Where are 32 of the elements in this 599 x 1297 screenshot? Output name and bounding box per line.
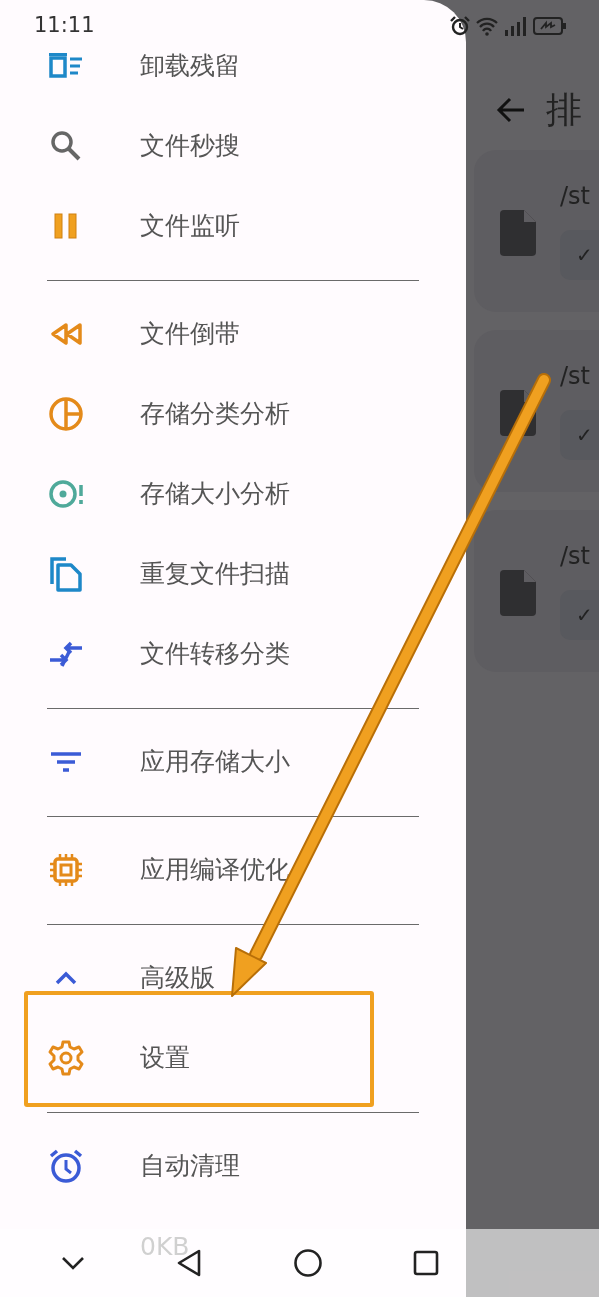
gear-icon bbox=[48, 1040, 84, 1076]
page-title: 排 bbox=[546, 88, 582, 132]
drawer-item[interactable]: 文件秒搜 bbox=[140, 127, 240, 165]
back-arrow-icon[interactable] bbox=[496, 97, 526, 123]
pie-chart-icon bbox=[48, 396, 84, 432]
alarm-icon bbox=[449, 15, 471, 37]
drawer-item[interactable]: 存储分类分析 bbox=[140, 395, 290, 433]
section-toggle[interactable]: 高级版 bbox=[140, 959, 215, 997]
drawer-item[interactable]: 重复文件扫描 bbox=[140, 555, 290, 593]
drawer-item[interactable]: 文件转移分类 bbox=[140, 635, 290, 673]
file-icon bbox=[500, 210, 536, 256]
drawer-item[interactable]: 存储大小分析 bbox=[140, 475, 290, 513]
copy-icon bbox=[48, 556, 84, 592]
home-icon[interactable] bbox=[292, 1248, 323, 1278]
cellular-signal-icon bbox=[503, 16, 529, 36]
file-path: /st bbox=[560, 361, 590, 392]
drawer-item[interactable]: 自动清理 bbox=[140, 1147, 240, 1185]
battery-icon bbox=[533, 17, 567, 35]
drawer-item[interactable]: 文件倒带 bbox=[140, 315, 240, 353]
wifi-icon bbox=[475, 16, 499, 36]
chip-icon bbox=[48, 852, 84, 888]
chevron-down-icon[interactable] bbox=[60, 1255, 86, 1271]
drawer-item[interactable]: 文件监听 bbox=[140, 207, 240, 245]
file-path: /st bbox=[560, 541, 590, 572]
status-time: 11:11 bbox=[34, 12, 95, 40]
recents-icon[interactable] bbox=[413, 1250, 439, 1276]
drawer-item[interactable]: 应用存储大小 bbox=[140, 743, 290, 781]
alarm-clock-icon bbox=[48, 1148, 84, 1184]
file-icon bbox=[500, 570, 536, 616]
file-path: /st bbox=[560, 181, 590, 212]
drawer-item[interactable]: 设置 bbox=[140, 1039, 190, 1077]
drawer-item[interactable]: 卸载残留 bbox=[140, 47, 240, 85]
